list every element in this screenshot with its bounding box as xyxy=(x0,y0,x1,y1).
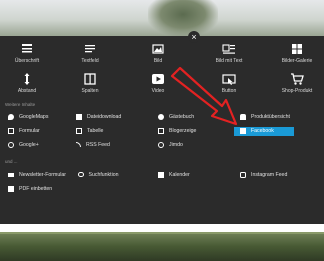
item-googlemaps[interactable]: GoogleMaps xyxy=(8,113,48,122)
jimdo-icon xyxy=(158,141,164,148)
gallery-icon xyxy=(292,44,302,54)
add-element-panel: Überschrift Textfeld Bild Bild mit Text … xyxy=(0,36,324,224)
item-label: Facebook xyxy=(251,128,274,134)
item-label: Tabelle xyxy=(87,128,104,134)
item-gaestebuch[interactable]: Gästebuch xyxy=(158,113,194,122)
text-icon xyxy=(85,45,95,53)
background-photo-top xyxy=(0,0,324,36)
grass-image xyxy=(0,234,324,261)
widget-row-1: Überschrift Textfeld Bild Bild mit Text … xyxy=(0,42,324,70)
widget-spalten[interactable]: Spalten xyxy=(65,72,115,94)
blog-icon xyxy=(158,127,164,134)
speech-bubble-icon xyxy=(158,113,164,120)
item-jimdo[interactable]: Jimdo xyxy=(158,141,183,150)
item-label: Produktübersicht xyxy=(251,114,290,120)
item-kalender[interactable]: Kalender xyxy=(158,171,190,180)
section-other: und ... xyxy=(5,159,18,164)
widget-label: Button xyxy=(221,88,237,94)
item-googleplus[interactable]: Google+ xyxy=(8,141,39,150)
calendar-icon xyxy=(158,171,164,178)
widget-label: Bild mit Text xyxy=(215,58,243,64)
item-label: Google+ xyxy=(19,142,39,148)
section-more-content: Weitere Inhalte xyxy=(5,102,36,107)
item-tabelle[interactable]: Tabelle xyxy=(76,127,103,136)
item-label: Kalender xyxy=(169,172,190,178)
item-blogerzeige[interactable]: Blogerzeige xyxy=(158,127,196,136)
item-label: Jimdo xyxy=(169,142,183,148)
item-label: GoogleMaps xyxy=(19,114,49,120)
widget-label: Bilder-Galerie xyxy=(281,58,313,64)
item-label: Blogerzeige xyxy=(169,128,197,134)
download-icon xyxy=(76,113,82,120)
item-label: Suchfunktion xyxy=(88,172,119,178)
item-facebook[interactable]: Facebook xyxy=(234,127,294,136)
image-icon xyxy=(152,44,164,54)
heading-icon xyxy=(22,44,32,53)
facebook-icon xyxy=(240,127,246,134)
item-produktuebersicht[interactable]: Produktübersicht xyxy=(240,113,290,122)
lock-icon xyxy=(240,113,246,120)
widget-row-2: Abstand Spalten Video Button Shop-Produk… xyxy=(0,72,324,100)
item-pdf[interactable]: PDF einbetten xyxy=(8,185,52,194)
item-label: Formular xyxy=(19,128,40,134)
columns-icon xyxy=(84,73,96,85)
instagram-icon xyxy=(240,171,246,178)
image-text-icon xyxy=(222,44,235,54)
widget-abstand[interactable]: Abstand xyxy=(2,72,52,94)
envelope-icon xyxy=(8,172,14,177)
widget-textfeld[interactable]: Textfeld xyxy=(65,42,115,64)
video-icon xyxy=(152,74,164,84)
widget-ueberschrift[interactable]: Überschrift xyxy=(2,42,52,64)
close-button[interactable]: × xyxy=(188,31,200,43)
pdf-icon xyxy=(8,185,14,192)
background-photo-bottom xyxy=(0,224,324,261)
widget-bild[interactable]: Bild xyxy=(133,42,183,64)
item-suchfunktion[interactable]: Suchfunktion xyxy=(78,171,119,180)
widget-label: Shop-Produkt xyxy=(281,88,313,94)
item-dateidownload[interactable]: Dateidownload xyxy=(76,113,121,122)
item-label: PDF einbetten xyxy=(19,186,53,192)
item-newsletter[interactable]: Newsletter-Formular xyxy=(8,171,66,180)
item-label: Newsletter-Formular xyxy=(19,172,66,178)
widget-video[interactable]: Video xyxy=(133,72,183,94)
widget-label: Bild xyxy=(153,58,163,64)
item-instagram[interactable]: Instagram Feed xyxy=(240,171,287,180)
widget-bild-mit-text[interactable]: Bild mit Text xyxy=(204,42,254,64)
item-formular[interactable]: Formular xyxy=(8,127,40,136)
item-label: Dateidownload xyxy=(87,114,122,120)
googleplus-icon xyxy=(8,141,14,148)
widget-label: Abstand xyxy=(17,88,37,94)
tree-image xyxy=(148,0,218,36)
form-icon xyxy=(8,127,14,134)
cart-icon xyxy=(291,73,304,85)
table-icon xyxy=(76,127,82,134)
widget-shop-produkt[interactable]: Shop-Produkt xyxy=(272,72,322,94)
spacing-icon xyxy=(24,73,30,85)
widget-button[interactable]: Button xyxy=(204,72,254,94)
widget-label: Überschrift xyxy=(14,58,40,64)
button-icon xyxy=(222,74,236,85)
search-icon xyxy=(78,171,84,178)
rss-icon xyxy=(76,142,81,148)
widget-label: Textfeld xyxy=(81,58,99,64)
item-label: Instagram Feed xyxy=(251,172,288,178)
widget-bilder-galerie[interactable]: Bilder-Galerie xyxy=(272,42,322,64)
widget-label: Video xyxy=(151,88,165,94)
item-label: Gästebuch xyxy=(169,114,195,120)
item-rssfeed[interactable]: RSS Feed xyxy=(76,141,110,150)
item-label: RSS Feed xyxy=(86,142,110,148)
widget-label: Spalten xyxy=(81,88,99,94)
map-pin-icon xyxy=(8,113,14,120)
